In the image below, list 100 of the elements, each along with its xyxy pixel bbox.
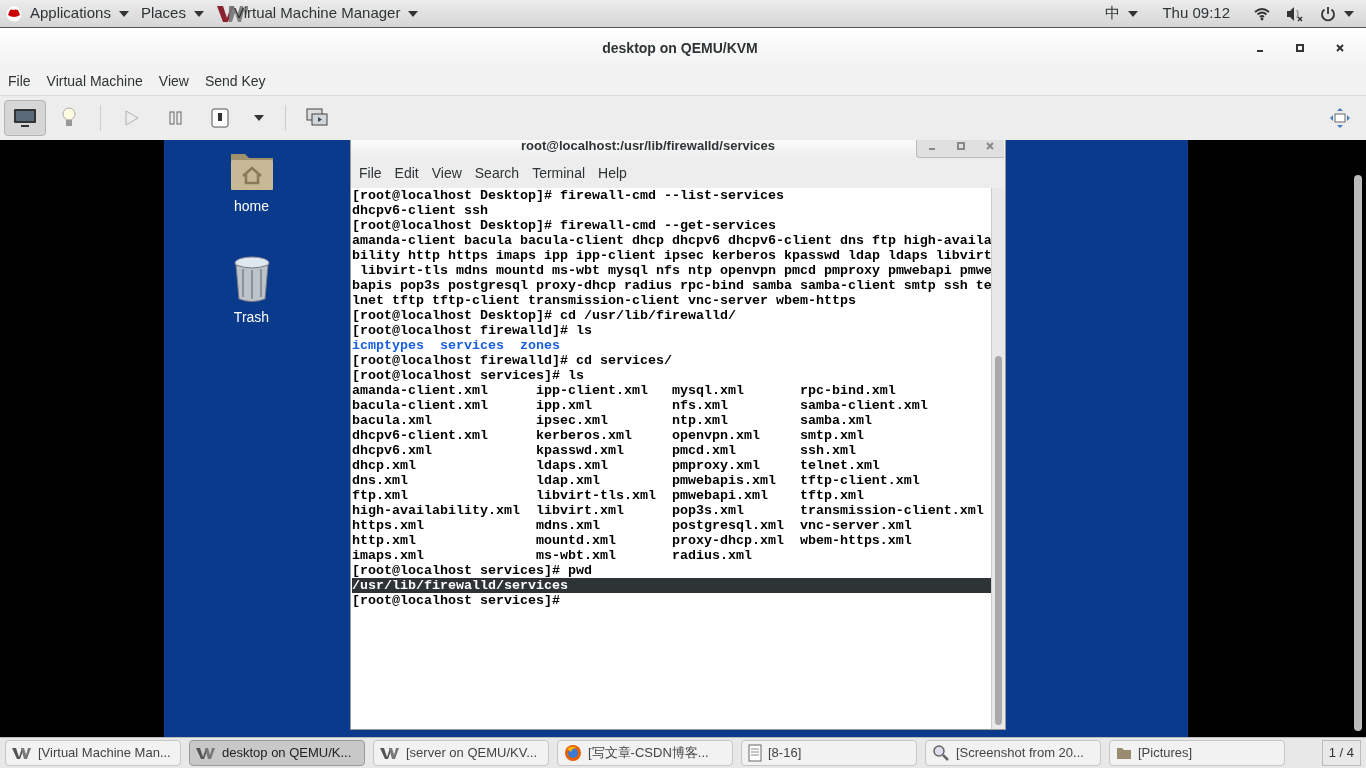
file-name: bacula-client.xml <box>352 398 489 413</box>
file-name: tftp.xml <box>799 488 865 503</box>
file-name: bacula.xml <box>352 413 433 428</box>
file-name: libvirt.xml <box>535 503 625 518</box>
file-name: pmproxy.xml <box>671 458 761 473</box>
file-name: ldap.xml <box>535 473 601 488</box>
terminal-line: [root@localhost Desktop]# firewall-cmd --get-services <box>352 218 777 233</box>
vm-logo-icon <box>196 747 216 759</box>
caret-icon <box>254 115 264 121</box>
screens-icon <box>306 108 328 128</box>
file-name: imaps.xml <box>352 548 425 563</box>
terminal-menu-item[interactable]: Terminal <box>526 162 592 184</box>
close-icon[interactable] <box>985 141 994 150</box>
terminal-line: [root@localhost services]# pwd <box>352 563 593 578</box>
scrollbar[interactable] <box>991 188 1005 729</box>
magnifier-icon <box>932 744 950 762</box>
maximize-icon <box>1296 44 1304 52</box>
hat-logo-icon <box>6 5 22 22</box>
top-menu[interactable]: Virtual Machine Manager <box>209 0 425 27</box>
close-icon <box>1336 44 1344 52</box>
vm-logo-icon <box>380 747 400 759</box>
menu-item[interactable]: Virtual Machine <box>40 71 149 92</box>
file-name: ldaps.xml <box>535 458 609 473</box>
menu-item[interactable]: View <box>152 71 195 92</box>
file-name: kpasswd.xml <box>535 443 625 458</box>
terminal-menu-item[interactable]: Edit <box>388 162 425 184</box>
file-name: http.xml <box>352 533 417 548</box>
taskbar-button[interactable]: [Screenshot from 20... <box>925 740 1101 766</box>
file-name: pmcd.xml <box>671 443 737 458</box>
folder-icon <box>1116 746 1132 760</box>
document-icon <box>748 744 762 762</box>
terminal-line: [root@localhost firewalld]# cd services/ <box>352 353 673 368</box>
file-name: ftp.xml <box>352 488 409 503</box>
menu-item[interactable]: Send Key <box>198 71 272 92</box>
terminal-line: [root@localhost services]# ls <box>352 368 585 383</box>
menu-item[interactable]: File <box>2 71 37 92</box>
terminal-title: root@localhost:/usr/lib/firewalld/services <box>521 140 775 156</box>
window-title: desktop on QEMU/KVM <box>602 38 758 58</box>
file-name: transmission-client.xml <box>799 503 985 518</box>
workspace-pager[interactable]: 1 / 4 <box>1321 740 1361 766</box>
file-name: nfs.xml <box>671 398 729 413</box>
file-name: amanda-client.xml <box>352 383 489 398</box>
directory-name: zones <box>519 338 560 353</box>
file-name: dhcpv6.xml <box>352 443 433 458</box>
file-name: radius.xml <box>671 548 753 563</box>
terminal-menu-item[interactable]: View <box>425 162 468 184</box>
file-name: smtp.xml <box>799 428 865 443</box>
taskbar-button[interactable]: [server on QEMU/KV... <box>373 740 549 766</box>
file-name: mysql.xml <box>671 383 745 398</box>
volume-muted-icon[interactable] <box>1286 5 1304 22</box>
top-menu[interactable]: Applications <box>0 0 135 27</box>
top-menu[interactable]: Places <box>134 0 210 27</box>
taskbar-button[interactable]: desktop on QEMU/K... <box>189 740 365 766</box>
wifi-icon[interactable] <box>1254 6 1270 21</box>
file-name: ipp.xml <box>535 398 593 413</box>
terminal-line: bapis pop3s postgresql proxy-dhcp radius rpc-bind samba samba-client smtp ssh te <box>352 278 991 293</box>
pause-icon <box>169 111 183 125</box>
terminal-menu-item[interactable]: Search <box>468 162 526 184</box>
directory-name: services <box>439 338 504 353</box>
caret-icon <box>1344 10 1354 17</box>
globe-icon <box>564 744 582 762</box>
directory-name: icmptypes <box>352 338 424 353</box>
terminal-line: dhcpv6-client ssh <box>352 203 489 218</box>
taskbar-button[interactable]: [Pictures] <box>1109 740 1285 766</box>
taskbar-button[interactable]: [8-16] <box>741 740 917 766</box>
taskbar-button[interactable]: [写文章-CSDN博客... <box>557 740 733 766</box>
terminal-line: bility http https imaps ipp ipp-client ipsec kerberos kpasswd ldap ldaps libvirt <box>352 248 991 263</box>
maximize-icon[interactable] <box>956 141 965 150</box>
file-name: high-availability.xml <box>352 503 521 518</box>
file-name: dhcp.xml <box>352 458 417 473</box>
file-name: ms-wbt.xml <box>535 548 617 563</box>
vm-logo-icon <box>12 747 32 759</box>
lightbulb-icon <box>61 107 77 129</box>
file-name: mountd.xml <box>535 533 617 548</box>
file-name: tftp-client.xml <box>799 473 921 488</box>
file-name: samba.xml <box>799 413 873 428</box>
terminal-menu-item[interactable]: Help <box>592 162 633 184</box>
desktop-icon-label[interactable]: home <box>234 196 269 217</box>
terminal-menu-item[interactable]: File <box>353 162 388 184</box>
power-icon[interactable] <box>1320 5 1336 22</box>
terminal-line: [root@localhost firewalld]# ls <box>352 323 593 338</box>
desktop-icon-label[interactable]: Trash <box>233 307 270 328</box>
trash-icon <box>231 255 272 303</box>
clock[interactable]: Thu 09:12 <box>1146 2 1246 25</box>
file-name: openvpn.xml <box>671 428 761 443</box>
console-view-button[interactable] <box>4 100 46 136</box>
caret-icon <box>118 10 129 17</box>
file-name: libvirt-tls.xml <box>535 488 657 503</box>
file-name: samba-client.xml <box>799 398 929 413</box>
file-name: ntp.xml <box>671 413 729 428</box>
file-name: pmwebapi.xml <box>671 488 769 503</box>
fullscreen-icon <box>1329 107 1351 129</box>
taskbar-button[interactable]: [Virtual Machine Man... <box>5 740 181 766</box>
caret-icon <box>193 10 204 17</box>
terminal-line: [root@localhost Desktop]# firewall-cmd --list-services <box>352 188 785 203</box>
play-icon <box>125 110 139 126</box>
terminal-line: lnet tftp tftp-client transmission-client vnc-server wbem-https <box>352 293 857 308</box>
terminal-line: [root@localhost Desktop]# cd /usr/lib/firewalld/ <box>352 308 737 323</box>
input-method-menu[interactable]: 中 <box>1097 2 1147 25</box>
file-name: dhcpv6-client.xml <box>352 428 489 443</box>
